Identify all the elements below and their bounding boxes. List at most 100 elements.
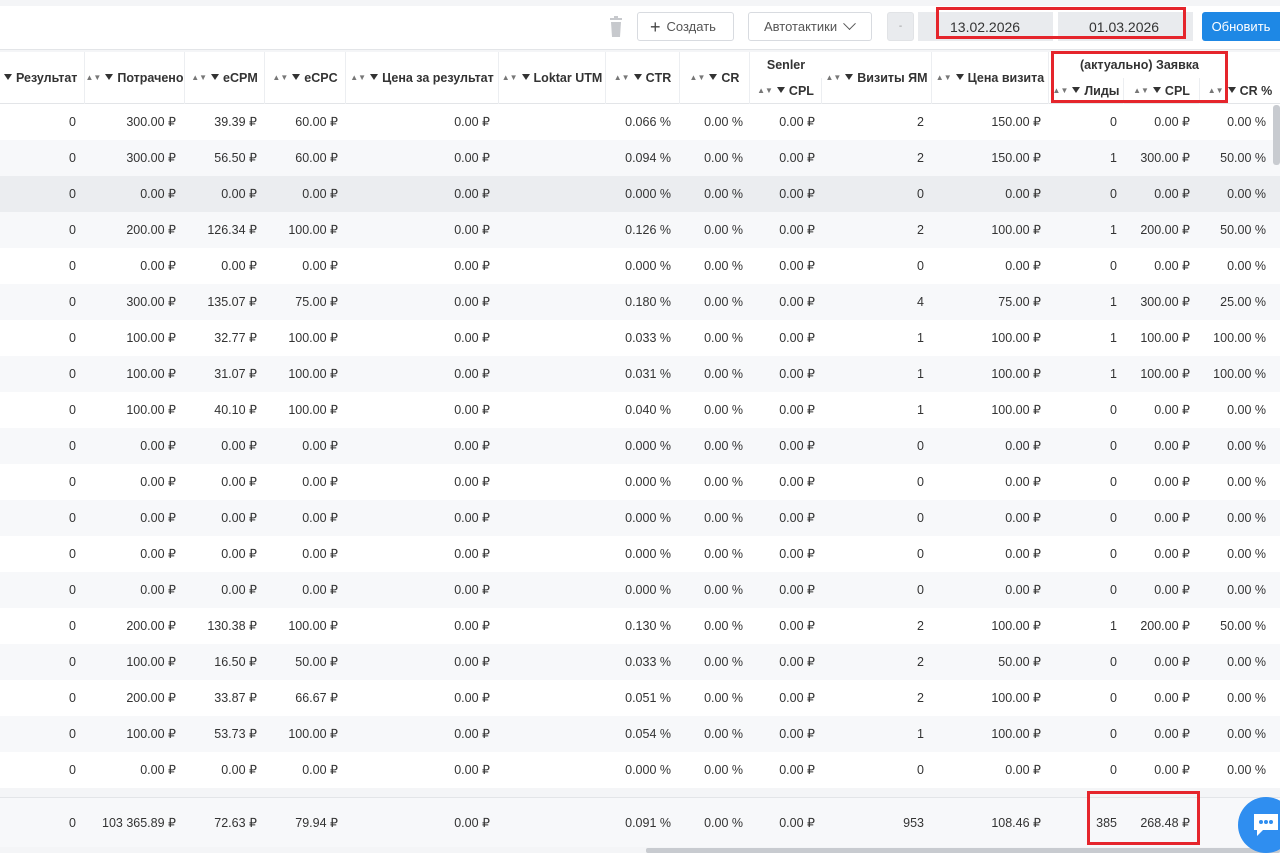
- cell-senler-cpl: 0.00 ₽: [779, 151, 815, 165]
- table-row[interactable]: 0 0.00 ₽ 0.00 ₽ 0.00 ₽ 0.00 ₽ 0.000 % 0.00 % 0.…: [0, 752, 1280, 788]
- filter-icon[interactable]: [105, 74, 114, 80]
- cell-spent: 0.00 ₽: [140, 763, 176, 777]
- cell-ecpc: 60.00 ₽: [295, 115, 338, 129]
- cell-leads: 0: [1110, 187, 1117, 201]
- toolbar: + Создать Автотактики - 13.02.2026 01.03…: [0, 0, 1280, 50]
- table-row[interactable]: 0 300.00 ₽ 135.07 ₽ 75.00 ₽ 0.00 ₽ 0.180 % 0.0…: [0, 284, 1280, 320]
- col-spent-header[interactable]: ▲▼ Потрачено: [85, 52, 185, 104]
- cell-visits: 2: [917, 655, 924, 669]
- filter-icon[interactable]: [1227, 87, 1236, 93]
- col-loktar-utm-header[interactable]: ▲▼ Loktar UTM: [499, 52, 606, 104]
- table-row[interactable]: 0 100.00 ₽ 32.77 ₽ 100.00 ₽ 0.00 ₽ 0.033 % 0.0…: [0, 320, 1280, 356]
- cell-cr: 0.00 %: [704, 511, 743, 525]
- autotactics-dropdown[interactable]: Автотактики: [748, 12, 872, 41]
- table-row[interactable]: 0 200.00 ₽ 130.38 ₽ 100.00 ₽ 0.00 ₽ 0.130 % 0.…: [0, 608, 1280, 644]
- senler-group-header: Senler: [766, 58, 806, 72]
- date-to-input[interactable]: 01.03.2026: [1058, 12, 1193, 41]
- cell-senler-cpl: 0.00 ₽: [779, 295, 815, 309]
- filter-icon[interactable]: [845, 74, 854, 80]
- sort-icon[interactable]: ▲▼: [86, 74, 102, 82]
- sort-icon[interactable]: ▲▼: [350, 74, 366, 82]
- table-row[interactable]: 0 200.00 ₽33.87 ₽66.67 ₽0.00 ₽0.051 % 0.00…: [0, 680, 1280, 716]
- col-price-result-header[interactable]: ▲▼ Цена за результат: [346, 52, 499, 104]
- col-lead-cr-header[interactable]: ▲▼ CR %: [1200, 78, 1280, 104]
- table-row[interactable]: 0 0.00 ₽ 0.00 ₽ 0.00 ₽ 0.00 ₽ 0.000 % 0.00 % 0.…: [0, 248, 1280, 284]
- table-row[interactable]: 0 0.00 ₽ 0.00 ₽ 0.00 ₽ 0.00 ₽ 0.000 % 0.00 % 0.…: [0, 176, 1280, 212]
- cell-ecpm: 0.00 ₽: [221, 439, 257, 453]
- table-row[interactable]: 0 100.00 ₽ 16.50 ₽ 50.00 ₽ 0.00 ₽ 0.033 % 0.00…: [0, 644, 1280, 680]
- col-lead-cpl-header[interactable]: ▲▼ CPL: [1124, 78, 1200, 104]
- table-row[interactable]: 0 0.00 ₽ 0.00 ₽ 0.00 ₽ 0.00 ₽ 0.000 % 0.00 % 0.…: [0, 572, 1280, 608]
- table-header: Результат ▲▼ Потрачено ▲▼ eCPM ▲▼ eCPC ▲▼ Це…: [0, 52, 1280, 104]
- table-row[interactable]: 0 0.00 ₽ 0.00 ₽ 0.00 ₽ 0.00 ₽ 0.000 % 0.00 % 0.…: [0, 500, 1280, 536]
- trash-icon[interactable]: [606, 16, 626, 38]
- cell-visits: 1: [917, 367, 924, 381]
- cell-leads: 0: [1110, 439, 1117, 453]
- vertical-scrollbar[interactable]: [1273, 105, 1280, 165]
- sort-icon[interactable]: ▲▼: [690, 74, 706, 82]
- small-dropdown-button[interactable]: -: [887, 12, 914, 41]
- col-leads-header[interactable]: ▲▼ Лиды: [1049, 78, 1124, 104]
- cell-cr: 0.00 %: [704, 331, 743, 345]
- table-row[interactable]: 0 100.00 ₽53.73 ₽100.00 ₽0.00 ₽0.054 % 0.0…: [0, 716, 1280, 752]
- filter-icon[interactable]: [955, 74, 964, 80]
- col-ecpm-header[interactable]: ▲▼ eCPM: [185, 52, 265, 104]
- filter-icon[interactable]: [709, 74, 718, 80]
- cell-lead-cr: 0.00 %: [1227, 439, 1266, 453]
- sort-icon[interactable]: ▲▼: [757, 87, 773, 95]
- cell-visits: 2: [917, 691, 924, 705]
- table-row[interactable]: 0 200.00 ₽ 126.34 ₽ 100.00 ₽ 0.00 ₽ 0.126 % 0.…: [0, 212, 1280, 248]
- cell-senler-cpl: 0.00 ₽: [779, 655, 815, 669]
- sort-icon[interactable]: ▲▼: [502, 74, 518, 82]
- sort-icon[interactable]: ▲▼: [614, 74, 630, 82]
- col-senler-cpl-header[interactable]: ▲▼ CPL: [750, 78, 822, 104]
- sort-icon[interactable]: ▲▼: [825, 74, 841, 82]
- cell-lead-cr: 0.00 %: [1227, 763, 1266, 777]
- table-row[interactable]: 0 0.00 ₽ 0.00 ₽ 0.00 ₽ 0.00 ₽ 0.000 % 0.00 % 0.…: [0, 536, 1280, 572]
- col-visit-price-header[interactable]: ▲▼ Цена визита: [932, 52, 1049, 104]
- sort-icon[interactable]: ▲▼: [936, 74, 952, 82]
- table-row[interactable]: 0 0.00 ₽ 0.00 ₽ 0.00 ₽ 0.00 ₽ 0.000 % 0.00 % 0.…: [0, 464, 1280, 500]
- cell-price-result: 0.00 ₽: [454, 295, 490, 309]
- cell-visit-price: 75.00 ₽: [998, 295, 1041, 309]
- filter-icon[interactable]: [292, 74, 301, 80]
- cell-ecpc: 0.00 ₽: [302, 763, 338, 777]
- horizontal-scrollbar[interactable]: [646, 848, 1280, 853]
- cell-ecpc: 0.00 ₽: [302, 511, 338, 525]
- cell-leads: 385: [1096, 816, 1117, 830]
- filter-icon[interactable]: [4, 74, 12, 80]
- cell-leads: 1: [1110, 367, 1117, 381]
- filter-icon[interactable]: [211, 74, 220, 80]
- sort-icon[interactable]: ▲▼: [1053, 87, 1069, 95]
- cell-visits: 0: [917, 187, 924, 201]
- lead-group-header: (актуально) Заявка: [1080, 58, 1199, 72]
- cell-lead-cpl: 200.00 ₽: [1140, 223, 1190, 237]
- filter-icon[interactable]: [1072, 87, 1081, 93]
- refresh-button[interactable]: Обновить: [1202, 12, 1280, 41]
- cell-ecpm: 0.00 ₽: [221, 259, 257, 273]
- col-ctr-header[interactable]: ▲▼ CTR: [606, 52, 680, 104]
- col-visits-header[interactable]: ▲▼ Визиты ЯМ: [822, 52, 932, 104]
- table-row[interactable]: 0 100.00 ₽ 31.07 ₽ 100.00 ₽ 0.00 ₽ 0.031 % 0.0…: [0, 356, 1280, 392]
- table-row[interactable]: 0 0.00 ₽ 0.00 ₽ 0.00 ₽ 0.00 ₽ 0.000 % 0.00 % 0.…: [0, 428, 1280, 464]
- sort-icon[interactable]: ▲▼: [272, 74, 288, 82]
- sort-icon[interactable]: ▲▼: [1208, 87, 1224, 95]
- table-row[interactable]: 0 300.00 ₽ 39.39 ₽ 60.00 ₽ 0.00 ₽ 0.066 % 0.00…: [0, 104, 1280, 140]
- cell-cr: 0.00 %: [704, 295, 743, 309]
- col-result-header[interactable]: Результат: [0, 52, 85, 104]
- filter-icon[interactable]: [633, 74, 642, 80]
- filter-icon[interactable]: [1152, 87, 1161, 93]
- filter-icon[interactable]: [370, 74, 379, 80]
- table-row[interactable]: 0 100.00 ₽40.10 ₽100.00 ₽0.00 ₽0.040 % 0.0…: [0, 392, 1280, 428]
- sort-icon[interactable]: ▲▼: [1133, 87, 1149, 95]
- cell-spent: 300.00 ₽: [126, 295, 176, 309]
- date-from-input[interactable]: 13.02.2026: [918, 12, 1053, 41]
- create-button[interactable]: + Создать: [637, 12, 734, 41]
- col-ecpc-header[interactable]: ▲▼ eCPC: [265, 52, 346, 104]
- table-row[interactable]: 0 300.00 ₽ 56.50 ₽ 60.00 ₽ 0.00 ₽ 0.094 % 0.00…: [0, 140, 1280, 176]
- col-cr-header[interactable]: ▲▼ CR: [680, 52, 750, 104]
- filter-icon[interactable]: [776, 87, 785, 93]
- sort-icon[interactable]: ▲▼: [191, 74, 207, 82]
- cell-result: 0: [69, 439, 76, 453]
- filter-icon[interactable]: [521, 74, 530, 80]
